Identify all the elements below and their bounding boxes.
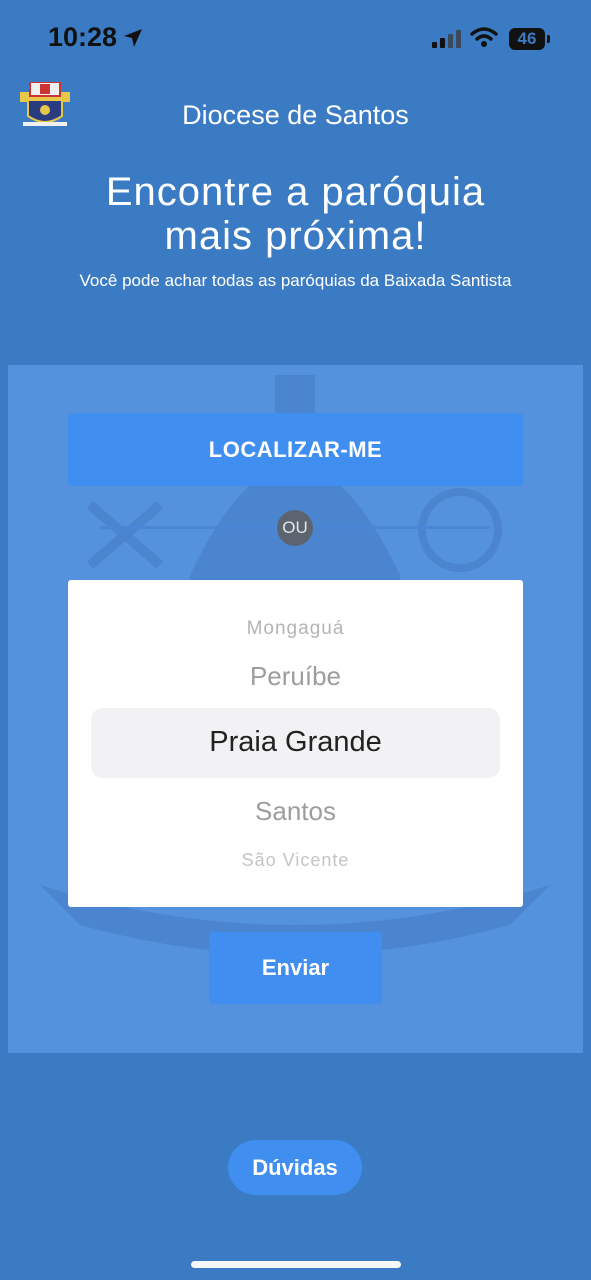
- location-arrow-icon: [124, 29, 142, 47]
- status-time: 10:28: [48, 22, 118, 52]
- page-subtitle: Você pode achar todas as paróquias da Ba…: [79, 271, 512, 290]
- headline-line-1: Encontre a paróquia: [105, 170, 486, 214]
- or-badge: OU: [277, 510, 313, 546]
- battery-tip: [547, 35, 550, 43]
- submit-button[interactable]: Enviar: [209, 932, 382, 1004]
- picker-option[interactable]: São Vicente: [68, 850, 523, 871]
- help-button[interactable]: Dúvidas: [228, 1140, 362, 1195]
- status-bar: 10:28 46: [0, 0, 591, 80]
- header-title: Diocese de Santos: [182, 100, 409, 130]
- picker-option[interactable]: Santos: [68, 796, 523, 827]
- wifi-icon: [470, 27, 498, 47]
- battery-icon: 46: [509, 28, 545, 50]
- picker-selected-option[interactable]: Praia Grande: [68, 726, 523, 759]
- page-title: Encontre a paróquia mais próxima!: [0, 170, 591, 258]
- battery-level: 46: [517, 29, 537, 48]
- locate-me-button[interactable]: LOCALIZAR-ME: [68, 413, 523, 486]
- city-picker[interactable]: Mongaguá Peruíbe Praia Grande Santos São…: [68, 580, 523, 907]
- home-indicator[interactable]: [191, 1261, 401, 1268]
- cellular-signal-icon: [432, 30, 461, 48]
- headline-line-2: mais próxima!: [164, 214, 427, 258]
- picker-option[interactable]: Peruíbe: [68, 661, 523, 692]
- picker-option[interactable]: Mongaguá: [68, 618, 523, 640]
